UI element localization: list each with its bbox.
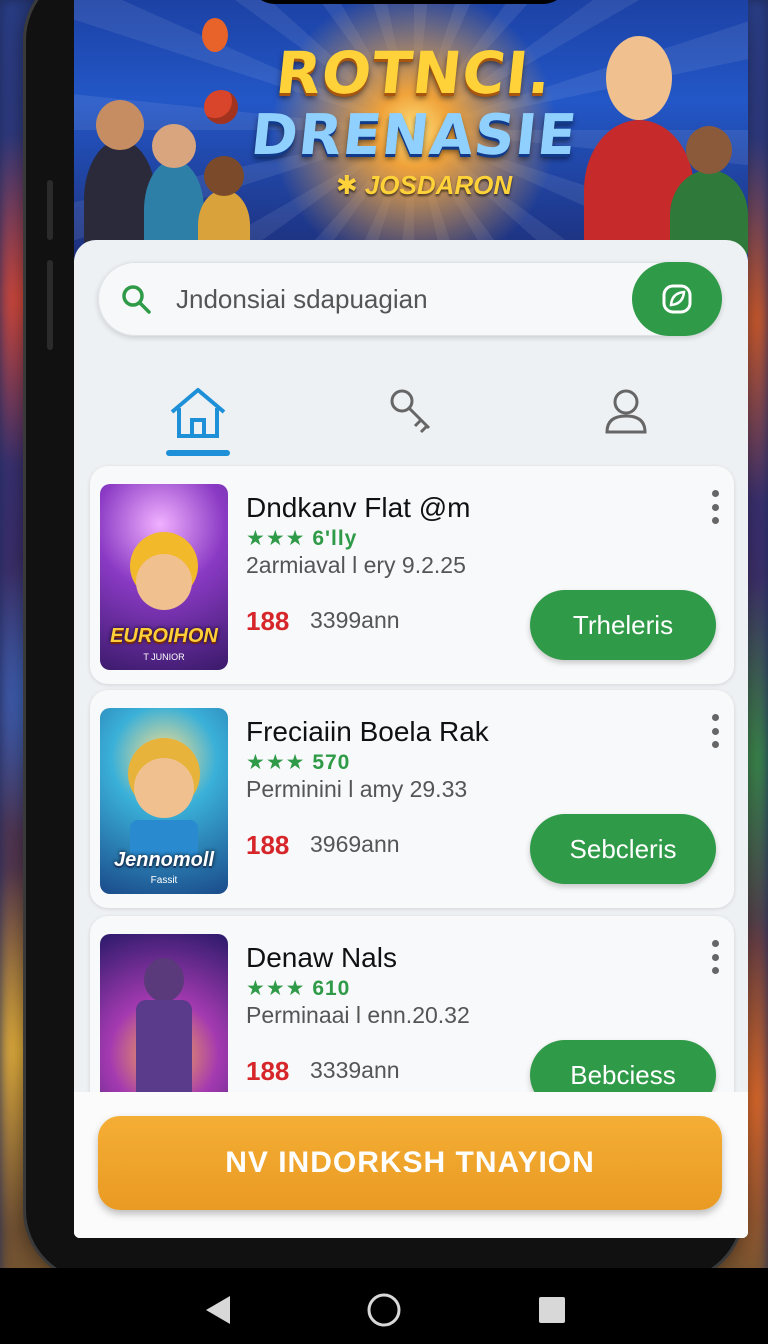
price-primary: 188 bbox=[246, 830, 290, 860]
search-input[interactable]: Jndonsiai sdapuagian bbox=[176, 284, 428, 315]
banner-title-line1: ROTNCI. bbox=[272, 39, 556, 107]
app-screen: ROTNCI. DRENASIE ✱ JOSDARON 1945 bbox=[74, 0, 748, 1238]
more-options-icon[interactable] bbox=[710, 714, 720, 748]
game-card[interactable]: Jennomoll Fassit Freciaiin Boela Rak ★★★… bbox=[90, 690, 734, 908]
rating-stars: ★★★ bbox=[246, 527, 306, 550]
tab-home-indicator bbox=[166, 450, 230, 456]
camera-notch bbox=[246, 0, 572, 4]
more-options-icon[interactable] bbox=[710, 940, 720, 974]
thumbnail-sublabel: T JUNIOR bbox=[143, 652, 185, 662]
volume-up-button bbox=[47, 180, 53, 240]
promo-banner[interactable]: ROTNCI. DRENASIE ✱ JOSDARON 1945 bbox=[74, 0, 748, 260]
game-action-button[interactable]: Sebcleris bbox=[530, 814, 716, 884]
rating-stars: ★★★ bbox=[246, 977, 306, 1000]
price-primary: 188 bbox=[246, 606, 290, 636]
game-meta: Perminaai l enn.20.32 bbox=[246, 1002, 470, 1028]
game-title: Dndkanv Flat @m bbox=[246, 492, 471, 523]
price-primary: 188 bbox=[246, 1056, 290, 1086]
game-thumbnail: Jennomoll Fassit bbox=[100, 708, 228, 894]
thumbnail-sublabel: Fassit bbox=[150, 875, 178, 886]
thumbnail-character bbox=[136, 554, 192, 610]
game-meta: 2armiaval l ery 9.2.25 bbox=[246, 552, 466, 578]
game-card[interactable]: EUROIHON T JUNIOR Dndkanv Flat @m ★★★ 6'… bbox=[90, 466, 734, 684]
game-meta: Perminini l amy 29.33 bbox=[246, 776, 468, 802]
banner-subtitle: ✱ JOSDARON bbox=[335, 170, 513, 200]
key-search-icon bbox=[390, 389, 431, 434]
back-icon[interactable] bbox=[200, 1292, 236, 1328]
thumbnail-logo: EUROIHON bbox=[110, 625, 218, 647]
more-options-icon[interactable] bbox=[710, 490, 720, 524]
leaf-icon bbox=[662, 284, 692, 314]
banner-title: ROTNCI. DRENASIE bbox=[224, 39, 604, 168]
rating-text: 570 bbox=[312, 751, 351, 774]
recents-icon[interactable] bbox=[534, 1292, 570, 1328]
search-bar[interactable]: Jndonsiai sdapuagian bbox=[98, 262, 722, 336]
rating-stars: ★★★ bbox=[246, 751, 306, 774]
tab-home[interactable] bbox=[158, 376, 238, 456]
game-rating: ★★★ 610 bbox=[246, 976, 350, 1001]
game-title: Denaw Nals bbox=[246, 942, 397, 973]
home-nav-icon[interactable] bbox=[366, 1292, 402, 1328]
game-title: Freciaiin Boela Rak bbox=[246, 716, 489, 747]
thumbnail-character bbox=[144, 958, 184, 1002]
cta-area: NV INDORKSH TNAYION bbox=[74, 1092, 748, 1238]
rating-text: 610 bbox=[312, 977, 351, 1000]
game-rating: ★★★ 6'lly bbox=[246, 526, 357, 551]
search-icon bbox=[122, 285, 151, 314]
search-submit-button[interactable] bbox=[632, 262, 722, 336]
tab-profile[interactable] bbox=[586, 376, 666, 456]
thumbnail-body bbox=[136, 1000, 192, 1096]
price-secondary: 3969ann bbox=[310, 831, 400, 857]
primary-cta-button[interactable]: NV INDORKSH TNAYION bbox=[98, 1116, 722, 1210]
thumbnail-logo: Jennomoll bbox=[113, 849, 214, 871]
game-thumbnail: EUROIHON T JUNIOR bbox=[100, 484, 228, 670]
banner-title-line2: DRENASIE bbox=[247, 103, 581, 168]
rating-text: 6'lly bbox=[312, 527, 358, 550]
volume-down-button bbox=[47, 260, 53, 350]
price-secondary: 3399ann bbox=[310, 607, 400, 633]
system-nav-bar bbox=[0, 1268, 768, 1344]
home-icon bbox=[170, 388, 226, 438]
thumbnail-character bbox=[134, 758, 194, 818]
status-bar: 1945 bbox=[74, 0, 748, 6]
game-action-button[interactable]: Trheleris bbox=[530, 590, 716, 660]
tab-search[interactable] bbox=[372, 376, 452, 456]
main-panel: Jndonsiai sdapuagian EUROIHON T JUNIOR D… bbox=[74, 240, 748, 1238]
game-rating: ★★★ 570 bbox=[246, 750, 350, 775]
tab-bar bbox=[74, 370, 748, 460]
user-icon bbox=[605, 389, 647, 434]
price-secondary: 3339ann bbox=[310, 1057, 400, 1083]
phone-frame: ROTNCI. DRENASIE ✱ JOSDARON 1945 bbox=[26, 0, 748, 1280]
